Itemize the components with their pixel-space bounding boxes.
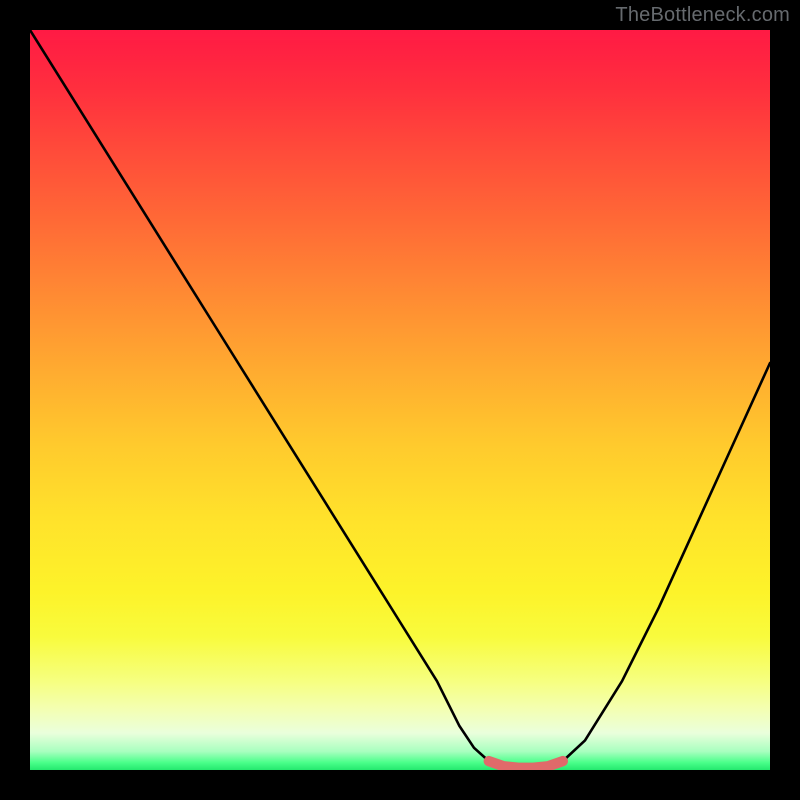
bottleneck-curve [30, 30, 770, 768]
chart-container: TheBottleneck.com [0, 0, 800, 800]
optimal-zone-marker [489, 761, 563, 768]
watermark: TheBottleneck.com [615, 4, 790, 27]
plot-area [30, 30, 770, 770]
chart-svg [30, 30, 770, 770]
